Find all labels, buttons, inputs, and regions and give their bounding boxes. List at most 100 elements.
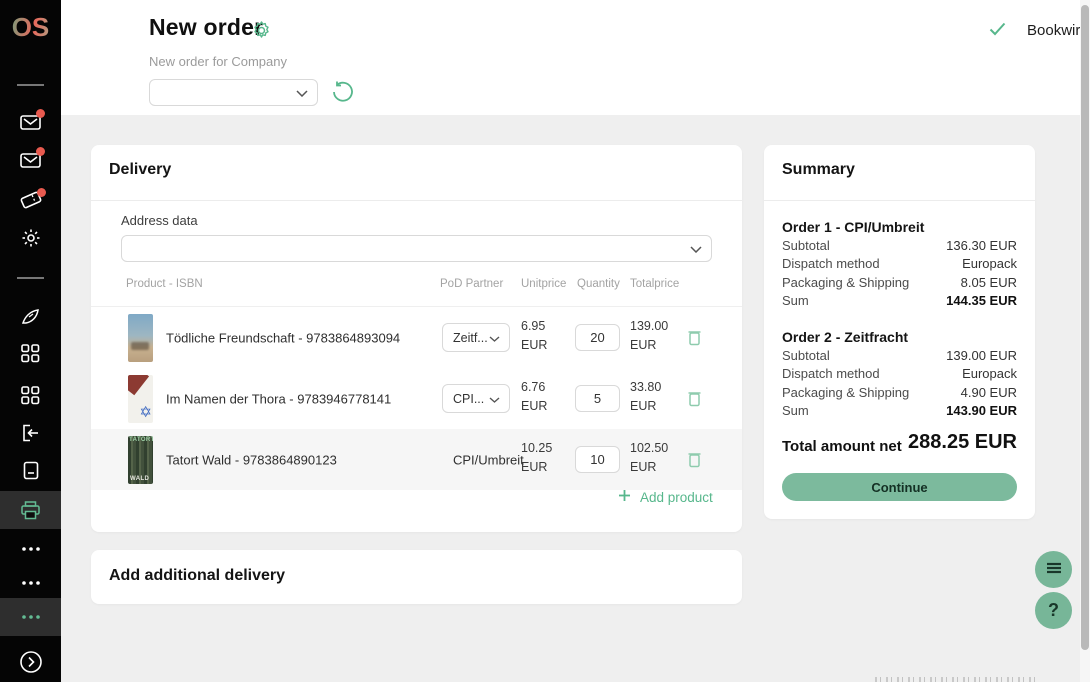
col-pod-partner: PoD Partner <box>440 278 503 290</box>
order-settings-gear-icon[interactable] <box>251 20 272 46</box>
page-title: New order <box>149 14 263 41</box>
col-product-isbn: Product - ISBN <box>126 278 203 290</box>
sidebar-item-more-2[interactable] <box>0 564 61 602</box>
sidebar-item-inbox-secondary[interactable] <box>0 141 61 179</box>
notification-dot <box>36 147 45 156</box>
company-select-label: New order for Company <box>149 54 287 69</box>
ellipsis-icon <box>22 581 40 585</box>
delete-row-button[interactable] <box>687 451 702 471</box>
sidebar-item-print[interactable] <box>0 491 61 529</box>
totalprice-value: 33.80EUR <box>630 378 661 416</box>
header: New order Bookwire New order for Company <box>61 0 1090 115</box>
table-row: ✡ Im Namen der Thora - 9783946778141 CPI… <box>91 368 742 429</box>
add-product-button[interactable]: Add product <box>618 489 713 505</box>
grid-icon <box>21 344 40 363</box>
summary-row: Subtotal136.30 EUR <box>782 238 1017 256</box>
summary-row: Subtotal139.00 EUR <box>782 348 1017 366</box>
delivery-card: Delivery Address data Product - ISBN PoD… <box>91 145 742 532</box>
grid-icon <box>21 386 40 405</box>
saved-check-icon[interactable] <box>989 22 1006 41</box>
add-additional-delivery-card[interactable]: Add additional delivery <box>91 550 742 604</box>
sidebar-item-import[interactable] <box>0 414 61 452</box>
summary-row: Dispatch methodEuropack <box>782 366 1017 384</box>
printer-icon <box>20 501 41 520</box>
unitprice-value: 6.76EUR <box>521 378 547 416</box>
sidebar-divider <box>17 84 44 86</box>
chevron-down-icon <box>690 240 702 258</box>
sidebar-item-launch[interactable] <box>0 298 61 336</box>
table-row: TATORT WALD Tatort Wald - 9783864890123 … <box>91 429 742 490</box>
help-button[interactable]: ? <box>1035 592 1072 629</box>
document-icon <box>23 461 39 480</box>
sidebar-item-expand[interactable] <box>0 643 61 681</box>
scrollbar-thumb[interactable] <box>1081 5 1089 650</box>
col-unitprice: Unitprice <box>521 278 566 290</box>
sidebar-item-more-1[interactable] <box>0 530 61 568</box>
delete-row-button[interactable] <box>687 329 702 349</box>
pod-partner-select[interactable]: Zeitf... <box>442 323 510 352</box>
summary-card: Summary Order 1 - CPI/Umbreit Subtotal13… <box>764 145 1035 519</box>
sidebar-divider <box>17 277 44 279</box>
col-quantity: Quantity <box>577 278 620 290</box>
divider <box>764 200 1035 201</box>
ellipsis-icon <box>22 615 40 619</box>
import-icon <box>21 424 41 442</box>
sidebar: OS <box>0 0 61 682</box>
unitprice-value: 10.25EUR <box>521 439 552 477</box>
quantity-input[interactable] <box>575 324 620 351</box>
summary-row: Packaging & Shipping4.90 EUR <box>782 385 1017 403</box>
plus-icon <box>618 489 631 505</box>
app-logo[interactable]: OS <box>0 12 61 43</box>
summary-row: Dispatch methodEuropack <box>782 256 1017 274</box>
floating-menu-button[interactable] <box>1035 551 1072 588</box>
ellipsis-icon <box>22 547 40 551</box>
company-select[interactable] <box>149 79 318 106</box>
pod-partner-select[interactable]: CPI... <box>442 384 510 413</box>
address-data-label: Address data <box>121 213 198 228</box>
sidebar-item-more-3[interactable] <box>0 598 61 636</box>
gear-icon <box>21 228 41 248</box>
divider <box>91 200 742 201</box>
chevron-down-icon <box>489 331 500 345</box>
pod-partner-value: CPI/Umbreit <box>453 452 524 467</box>
workspace: Delivery Address data Product - ISBN PoD… <box>61 115 1090 682</box>
quantity-input[interactable] <box>575 446 620 473</box>
continue-button[interactable]: Continue <box>782 473 1017 501</box>
book-cover-thumbnail: TATORT WALD <box>128 436 153 484</box>
unitprice-value: 6.95EUR <box>521 317 547 355</box>
question-mark-icon: ? <box>1048 600 1059 621</box>
add-additional-delivery-title: Add additional delivery <box>109 567 285 585</box>
chevron-down-icon <box>489 392 500 406</box>
summary-row: Sum143.90 EUR <box>782 403 1017 421</box>
total-amount-value: 288.25 EUR <box>908 431 1017 454</box>
sidebar-item-tickets[interactable] <box>0 181 61 219</box>
sidebar-item-apps-1[interactable] <box>0 334 61 372</box>
summary-title: Summary <box>782 161 855 179</box>
rocket-icon <box>20 307 42 327</box>
summary-row: Packaging & Shipping8.05 EUR <box>782 275 1017 293</box>
chevron-right-circle-icon <box>19 650 43 674</box>
chevron-down-icon <box>296 84 308 102</box>
notification-dot <box>36 109 45 118</box>
sidebar-item-documents[interactable] <box>0 451 61 489</box>
add-product-label: Add product <box>640 490 713 505</box>
order-2-title: Order 2 - Zeitfracht <box>782 329 908 345</box>
delivery-title: Delivery <box>109 161 171 179</box>
address-data-select[interactable] <box>121 235 712 262</box>
pod-partner-value: CPI... <box>453 392 484 406</box>
delete-row-button[interactable] <box>687 390 702 410</box>
product-title: Tödliche Freundschaft - 9783864893094 <box>166 330 400 345</box>
reset-icon[interactable] <box>330 80 354 109</box>
order-1-title: Order 1 - CPI/Umbreit <box>782 219 924 235</box>
product-title: Tatort Wald - 9783864890123 <box>166 452 337 467</box>
book-cover-thumbnail: ✡ <box>128 375 153 423</box>
col-totalprice: Totalprice <box>630 278 679 290</box>
summary-row: Sum144.35 EUR <box>782 293 1017 311</box>
quantity-input[interactable] <box>575 385 620 412</box>
total-amount-label: Total amount net <box>782 438 902 455</box>
book-cover-thumbnail <box>128 314 153 362</box>
sidebar-item-inbox-primary[interactable] <box>0 103 61 141</box>
hamburger-icon <box>1046 562 1062 577</box>
sidebar-item-settings[interactable] <box>0 219 61 257</box>
sidebar-item-apps-2[interactable] <box>0 376 61 414</box>
